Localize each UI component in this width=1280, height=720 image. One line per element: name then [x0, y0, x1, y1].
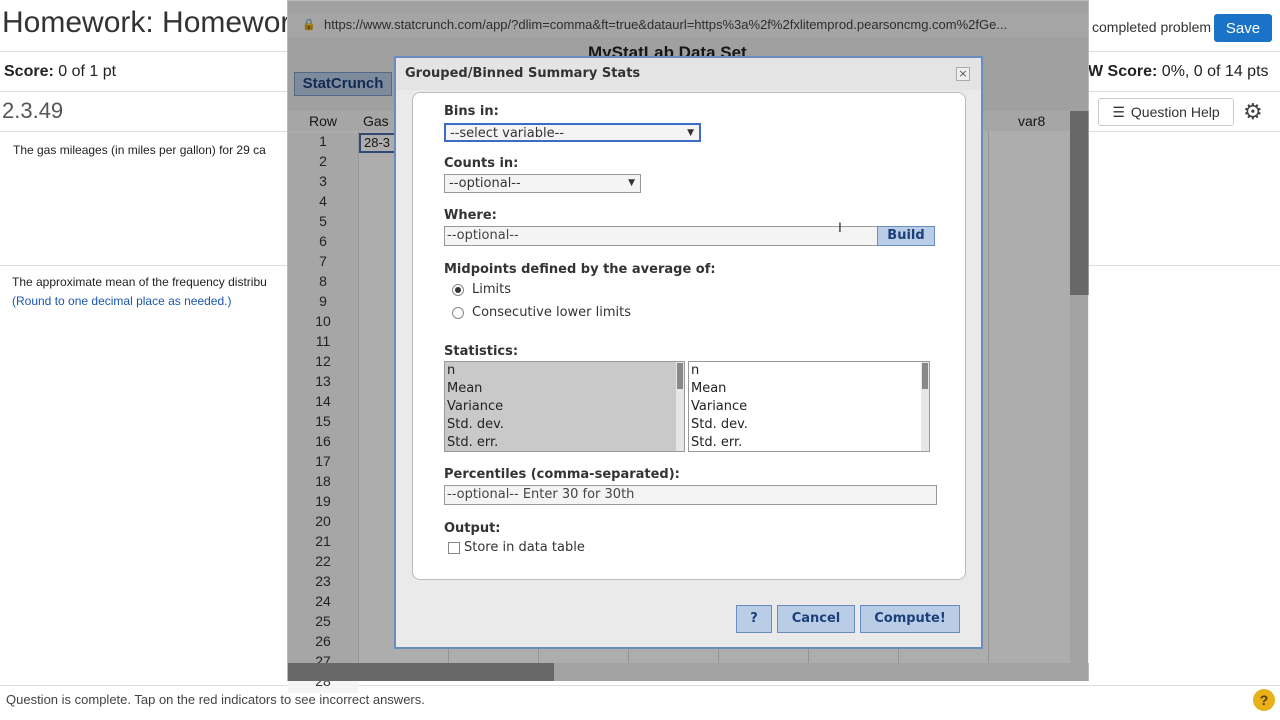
question-help-label: Question Help: [1130, 104, 1220, 120]
close-icon[interactable]: ×: [956, 67, 970, 81]
help-icon[interactable]: ?: [1253, 689, 1275, 711]
scrollbar[interactable]: [676, 362, 684, 451]
scrollbar[interactable]: [921, 362, 929, 451]
question-number: 2.3.49: [2, 98, 64, 123]
scrollbar-thumb[interactable]: [922, 363, 928, 389]
dialog-body: Bins in: --select variable-- ▼ Counts in:…: [412, 92, 966, 580]
compute-button[interactable]: Compute!: [860, 605, 960, 633]
cancel-button[interactable]: Cancel: [777, 605, 855, 633]
hw-score: W Score: 0%, 0 of 14 pts: [1088, 63, 1269, 81]
text-cursor-icon: I: [838, 219, 842, 235]
counts-select[interactable]: --optional-- ▼: [444, 174, 641, 193]
dropdown-arrow-icon: ▼: [628, 178, 635, 188]
gear-icon[interactable]: ⚙: [1243, 99, 1263, 125]
list-item[interactable]: Std. err.: [445, 434, 684, 451]
counts-label: Counts in:: [444, 156, 519, 171]
hw-score-value: 0%, 0 of 14 pts: [1157, 63, 1269, 80]
store-checkbox[interactable]: [448, 542, 460, 554]
page-title: Homework: Homework: [2, 6, 306, 39]
list-item[interactable]: Std. dev.: [689, 416, 929, 434]
prompt-text: The approximate mean of the frequency di…: [12, 275, 267, 289]
bins-select-value: --select variable--: [450, 126, 564, 141]
divider: [0, 685, 1280, 686]
list-item[interactable]: Mean: [445, 380, 684, 398]
hw-score-label: W Score:: [1088, 63, 1158, 80]
output-label: Output:: [444, 521, 501, 536]
footer-status: Question is complete. Tap on the red ind…: [6, 692, 425, 707]
list-item[interactable]: Variance: [445, 398, 684, 416]
where-input[interactable]: --optional--: [444, 226, 879, 246]
list-item[interactable]: Variance: [689, 398, 929, 416]
statistics-list-selected[interactable]: n Mean Variance Std. dev. Std. err.: [444, 361, 685, 452]
percentiles-input[interactable]: --optional-- Enter 30 for 30th: [444, 485, 937, 505]
build-button[interactable]: Build: [877, 226, 935, 246]
where-label: Where:: [444, 208, 497, 223]
score: Score: 0 of 1 pt: [4, 63, 116, 81]
midpoints-label: Midpoints defined by the average of:: [444, 262, 716, 277]
lower-limits-label: Consecutive lower limits: [472, 305, 632, 320]
list-item[interactable]: Mean: [689, 380, 929, 398]
completed-text: completed problem: [1092, 19, 1212, 35]
statistics-list[interactable]: n Mean Variance Std. dev. Std. err.: [688, 361, 930, 452]
list-item[interactable]: Std. dev.: [445, 416, 684, 434]
dropdown-arrow-icon: ▼: [687, 128, 694, 138]
statistics-label: Statistics:: [444, 344, 519, 359]
list-item[interactable]: Std. err.: [689, 434, 929, 451]
dialog-title: Grouped/Binned Summary Stats: [396, 58, 981, 90]
score-value: 0 of 1 pt: [53, 63, 117, 80]
question-text: The gas mileages (in miles per gallon) f…: [13, 143, 266, 157]
round-note: (Round to one decimal place as needed.): [12, 294, 232, 308]
bins-label: Bins in:: [444, 104, 499, 119]
bins-select[interactable]: --select variable-- ▼: [444, 123, 701, 142]
question-help-button[interactable]: ☰ Question Help: [1098, 98, 1234, 126]
list-icon: ☰: [1112, 103, 1125, 120]
grouped-binned-dialog: Grouped/Binned Summary Stats × Bins in: …: [394, 56, 983, 649]
score-label: Score:: [4, 63, 54, 80]
list-item[interactable]: n: [445, 362, 684, 380]
scrollbar-thumb[interactable]: [677, 363, 683, 389]
limits-radio[interactable]: [452, 284, 464, 296]
counts-select-value: --optional--: [449, 176, 521, 191]
save-button[interactable]: Save: [1214, 14, 1272, 42]
store-label: Store in data table: [464, 540, 585, 555]
limits-label: Limits: [472, 282, 511, 297]
help-button[interactable]: ?: [736, 605, 772, 633]
list-item[interactable]: n: [689, 362, 929, 380]
lower-limits-radio[interactable]: [452, 307, 464, 319]
percentiles-label: Percentiles (comma-separated):: [444, 467, 680, 482]
